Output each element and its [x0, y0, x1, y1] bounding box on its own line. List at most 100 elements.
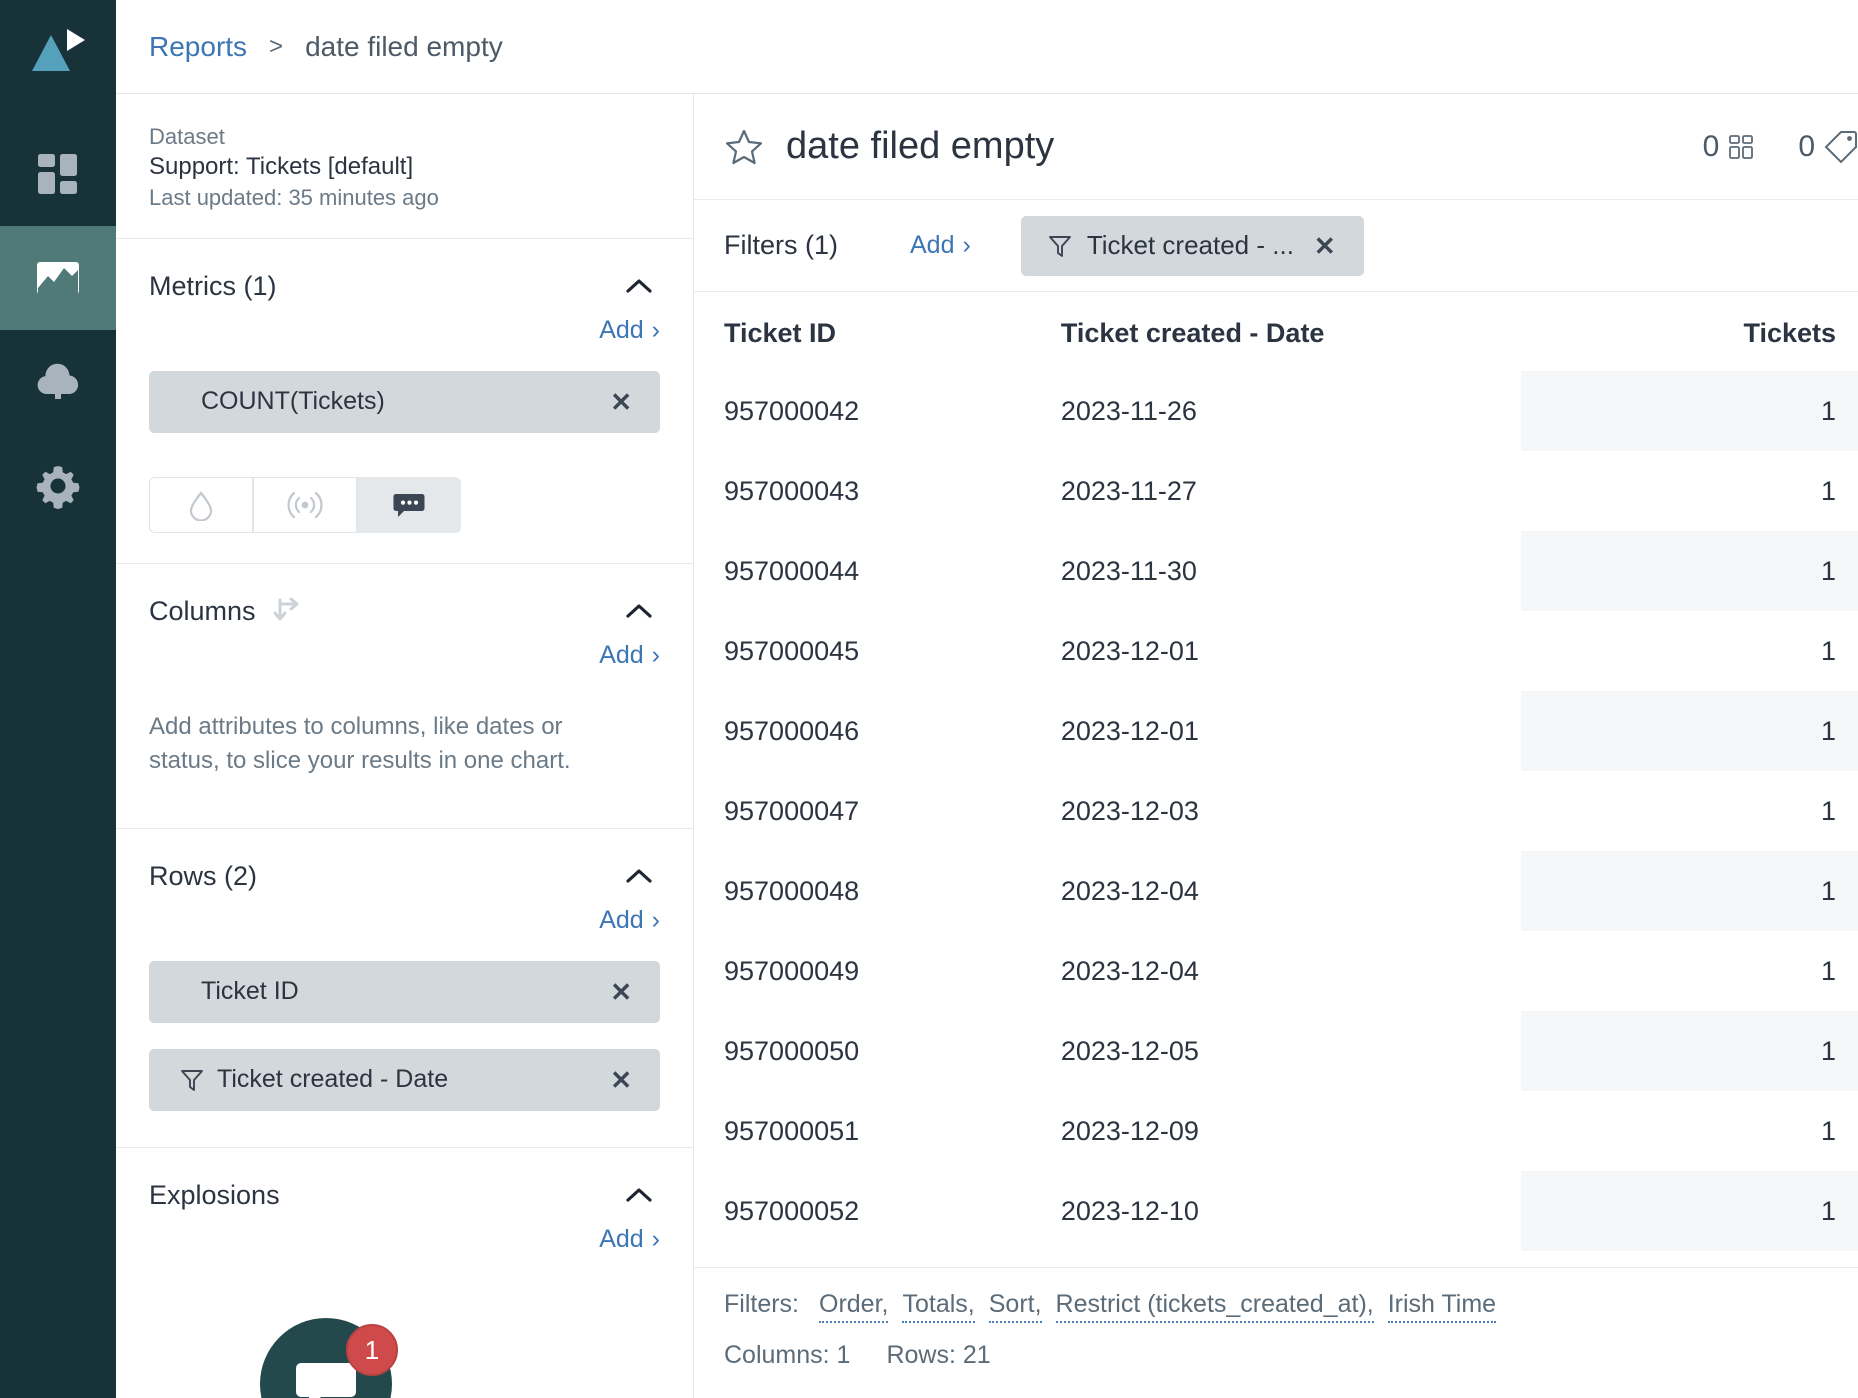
cell-ticket-id: 957000042: [724, 395, 860, 426]
filters-add-label: Add: [910, 231, 955, 259]
row-pill-label-wrap: Ticket created - Date: [149, 1065, 448, 1094]
columns-collapse-chevron-up-icon[interactable]: [625, 602, 653, 620]
row-pill-remove-icon[interactable]: ✕: [604, 1061, 638, 1099]
cell-ticket-id: 957000043: [724, 475, 860, 506]
table-row[interactable]: 957000046 2023-12-01 1: [724, 691, 1858, 771]
table-row[interactable]: 957000050 2023-12-05 1: [724, 1011, 1858, 1091]
dataset-last-updated: Last updated: 35 minutes ago: [149, 184, 439, 210]
cell-tickets-value: 1: [1521, 691, 1858, 771]
column-header-ticket-created-date[interactable]: Ticket created - Date: [1061, 292, 1387, 371]
explosions-add-link[interactable]: Add ›: [599, 1225, 660, 1254]
dashboards-count[interactable]: 0: [1703, 130, 1755, 164]
report-footer: Filters: Order, Totals, Sort, Restrict (…: [694, 1267, 1858, 1398]
breadcrumb-separator: >: [269, 32, 284, 60]
table-row[interactable]: 957000048 2023-12-04 1: [724, 851, 1858, 931]
sidebar-item-reports[interactable]: [0, 226, 116, 330]
rows-add-label: Add: [599, 905, 644, 934]
footer-link-sort[interactable]: Sort,: [988, 1290, 1042, 1323]
cell-spacer: [1386, 1171, 1521, 1251]
cell-ticket-created-date: 2023-11-26: [1060, 395, 1197, 426]
cell-spacer: [1386, 771, 1521, 851]
cell-ticket-id: 957000048: [724, 875, 860, 906]
cell-tickets-value: 1: [1521, 531, 1858, 611]
cell-tickets-value: 1: [1820, 795, 1836, 826]
columns-title: Columns: [149, 595, 256, 626]
triangle-play-logo-icon: [32, 29, 85, 71]
cell-ticket-id: 957000050: [724, 1035, 860, 1066]
table-row[interactable]: 957000049 2023-12-04 1: [724, 931, 1858, 1011]
table-row[interactable]: 957000051 2023-12-09 1: [724, 1091, 1858, 1171]
footer-link-totals[interactable]: Totals,: [902, 1290, 975, 1323]
droplet-icon: [189, 491, 213, 521]
column-header-ticket-id[interactable]: Ticket ID: [724, 292, 1061, 371]
filter-chip[interactable]: Ticket created - ... ✕: [1020, 215, 1364, 276]
metric-pill-remove-icon[interactable]: ✕: [604, 383, 638, 421]
table-row[interactable]: 957000043 2023-11-27 1: [724, 451, 1858, 531]
cell-spacer: [1386, 931, 1521, 1011]
rows-collapse-chevron-up-icon[interactable]: [625, 867, 653, 885]
columns-section: Columns Add › Add attributes to columns,…: [116, 564, 693, 829]
app-logo[interactable]: [0, 0, 116, 106]
column-header-tickets[interactable]: Tickets: [1521, 292, 1858, 371]
tag-icon: [1824, 130, 1858, 164]
gear-icon: [36, 466, 80, 509]
toggle-comment[interactable]: [357, 476, 461, 533]
comment-icon: [393, 493, 425, 517]
report-title: date filed empty: [786, 125, 1055, 167]
sidebar-item-uploads[interactable]: [0, 330, 116, 434]
chevron-right-icon: ›: [651, 315, 660, 344]
metric-pill[interactable]: COUNT(Tickets) ✕: [149, 370, 660, 433]
filters-add-link[interactable]: Add ›: [910, 231, 971, 260]
footer-link-restrict[interactable]: Restrict (tickets_created_at),: [1055, 1290, 1374, 1323]
toggle-broadcast[interactable]: [253, 476, 357, 533]
cell-ticket-created-date: 2023-11-27: [1060, 475, 1197, 506]
row-pill-ticket-id[interactable]: Ticket ID ✕: [149, 960, 660, 1023]
table-row[interactable]: 957000042 2023-11-26 1: [724, 371, 1858, 451]
breadcrumb: Reports > date filed empty: [116, 0, 1858, 94]
toggle-droplet[interactable]: [149, 476, 253, 533]
explosions-collapse-chevron-up-icon[interactable]: [625, 1186, 653, 1204]
cloud-upload-icon: [37, 363, 79, 399]
cell-tickets-value: 1: [1820, 635, 1836, 666]
tags-count[interactable]: 0: [1798, 130, 1858, 164]
filter-chip-remove-icon[interactable]: ✕: [1308, 227, 1342, 265]
footer-link-timezone[interactable]: Irish Time: [1387, 1290, 1497, 1323]
metrics-collapse-chevron-up-icon[interactable]: [625, 277, 653, 295]
footer-columns-count: Columns: 1: [724, 1341, 851, 1369]
favorite-star-outline-icon[interactable]: [724, 127, 764, 167]
filters-bar: Filters (1) Add › Ticket created - ... ✕: [694, 200, 1858, 292]
cell-ticket-created-date: 2023-12-09: [1060, 1115, 1199, 1146]
cell-spacer: [1386, 451, 1521, 531]
sidebar: [0, 0, 116, 1398]
body-row: Dataset Support: Tickets [default] Last …: [116, 94, 1858, 1398]
report-table-wrap: Ticket ID Ticket created - Date Tickets …: [694, 292, 1858, 1267]
chevron-right-icon: ›: [651, 905, 660, 934]
table-row[interactable]: 957000044 2023-11-30 1: [724, 531, 1858, 611]
main-area: Reports > date filed empty Dataset Suppo…: [116, 0, 1858, 1398]
metrics-add-link[interactable]: Add ›: [599, 316, 660, 345]
cell-ticket-created-date: 2023-12-05: [1060, 1035, 1199, 1066]
sidebar-item-dashboards[interactable]: [0, 122, 116, 226]
table-row[interactable]: 957000052 2023-12-10 1: [724, 1171, 1858, 1251]
rows-section: Rows (2) Add › Ticket ID ✕ Ticket create…: [116, 829, 693, 1148]
report-header: date filed empty 0 0: [694, 94, 1858, 200]
sidebar-item-settings[interactable]: [0, 434, 116, 538]
row-pill-remove-icon[interactable]: ✕: [604, 973, 638, 1011]
cell-spacer: [1386, 691, 1521, 771]
table-row[interactable]: 957000045 2023-12-01 1: [724, 611, 1858, 691]
footer-counts: Columns: 1 Rows: 21: [724, 1341, 1858, 1370]
rows-add-link[interactable]: Add ›: [599, 906, 660, 935]
table-row[interactable]: 957000047 2023-12-03 1: [724, 771, 1858, 851]
cell-tickets-value: 1: [1820, 1115, 1836, 1146]
cell-tickets-value: 1: [1521, 371, 1858, 451]
row-pill-ticket-created-date[interactable]: Ticket created - Date ✕: [149, 1048, 660, 1111]
dataset-block[interactable]: Dataset Support: Tickets [default] Last …: [116, 94, 693, 239]
transpose-arrow-icon[interactable]: [270, 596, 304, 626]
app-root: Reports > date filed empty Dataset Suppo…: [0, 0, 1858, 1398]
footer-link-order[interactable]: Order,: [819, 1290, 889, 1323]
explosions-section: Explosions Add ›: [116, 1148, 693, 1254]
report-config-panel: Dataset Support: Tickets [default] Last …: [116, 94, 694, 1398]
help-chat-button[interactable]: 1: [260, 1318, 398, 1398]
columns-add-link[interactable]: Add ›: [599, 641, 660, 670]
breadcrumb-reports-link[interactable]: Reports: [149, 31, 247, 63]
